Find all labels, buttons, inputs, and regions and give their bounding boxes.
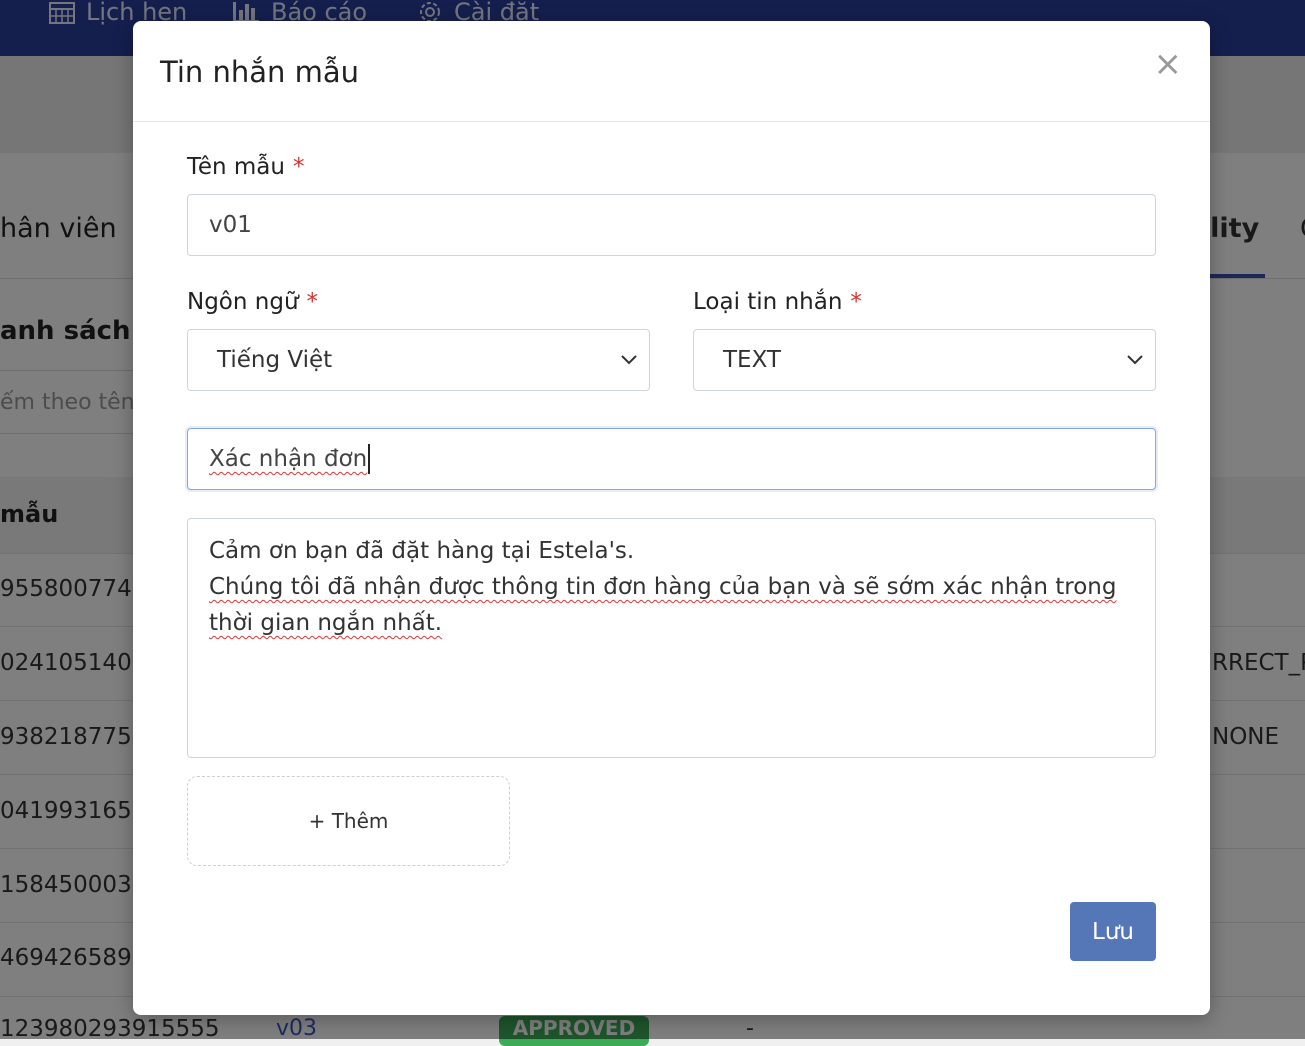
chevron-down-icon xyxy=(1127,355,1143,365)
text-cursor xyxy=(368,444,371,474)
required-asterisk: * xyxy=(306,289,319,315)
template-name-label-text: Tên mẫu xyxy=(187,154,285,180)
add-button-label: + Thêm xyxy=(308,809,389,833)
language-selected-value: Tiếng Việt xyxy=(217,347,333,373)
message-type-selected-value: TEXT xyxy=(723,347,781,373)
add-button[interactable]: + Thêm xyxy=(187,776,510,866)
template-name-input[interactable]: v01 xyxy=(187,194,1156,256)
language-label: Ngôn ngữ * xyxy=(187,289,318,315)
message-body-line: Cảm ơn bạn đã đặt hàng tại Estela's. xyxy=(209,538,635,564)
language-label-text: Ngôn ngữ xyxy=(187,289,299,315)
template-name-value: v01 xyxy=(209,212,252,238)
message-header-input[interactable]: Xác nhận đơn xyxy=(187,428,1156,490)
template-message-dialog: Tin nhắn mẫu × Tên mẫu * v01 Ngôn ngữ * Ti… xyxy=(133,21,1210,1015)
close-icon[interactable]: × xyxy=(1154,47,1183,81)
save-button-label: Lưu xyxy=(1092,918,1134,945)
language-select[interactable]: Tiếng Việt xyxy=(187,329,650,391)
message-body-line: Chúng tôi đã nhận được thông tin đơn hàn… xyxy=(209,574,1117,600)
dialog-title: Tin nhắn mẫu xyxy=(160,55,360,89)
message-type-label-text: Loại tin nhắn xyxy=(693,289,843,315)
required-asterisk: * xyxy=(292,154,305,180)
message-type-select[interactable]: TEXT xyxy=(693,329,1156,391)
chevron-down-icon xyxy=(621,355,637,365)
required-asterisk: * xyxy=(850,289,862,315)
message-header-value: Xác nhận đơn xyxy=(209,446,368,472)
message-type-label: Loại tin nhắn * xyxy=(693,289,862,315)
template-name-label: Tên mẫu * xyxy=(187,154,304,180)
dialog-header: Tin nhắn mẫu × xyxy=(133,21,1210,122)
message-body-line: thời gian ngắn nhất. xyxy=(209,610,443,636)
message-body-textarea[interactable]: Cảm ơn bạn đã đặt hàng tại Estela's. Chú… xyxy=(187,518,1156,758)
save-button[interactable]: Lưu xyxy=(1070,902,1156,961)
